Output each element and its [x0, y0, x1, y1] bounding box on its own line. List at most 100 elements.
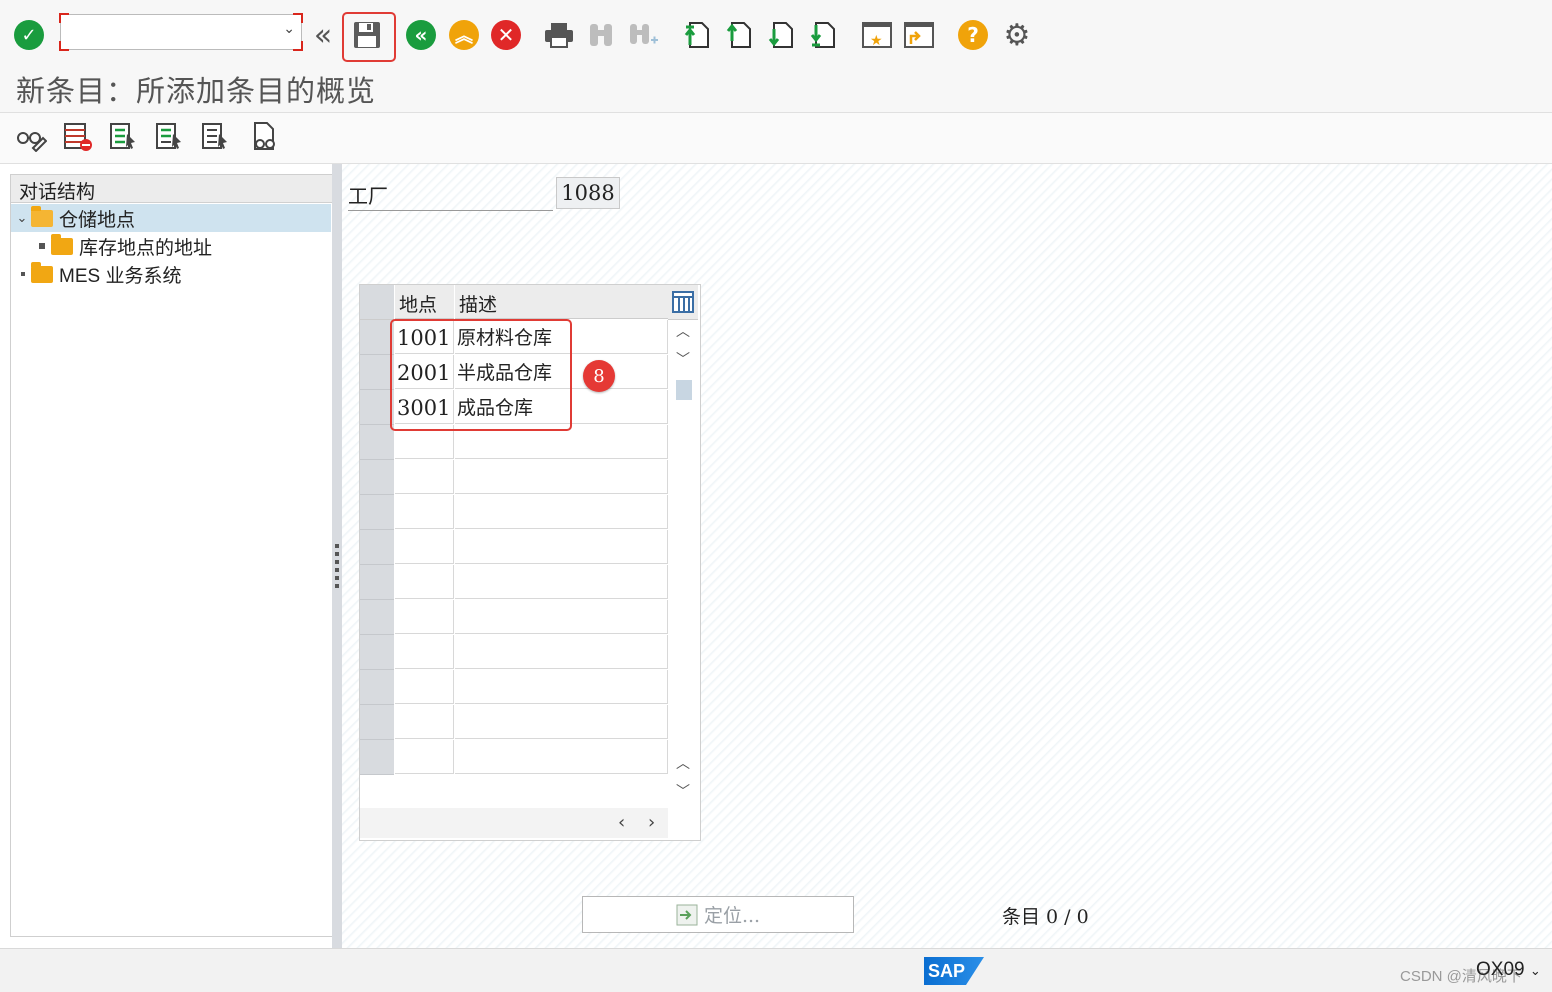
plant-value: 1088 [556, 177, 620, 209]
location-cell[interactable] [395, 495, 454, 529]
display-change-button[interactable] [14, 119, 48, 153]
bullet-icon [21, 272, 25, 276]
last-page-button[interactable] [806, 18, 840, 52]
scroll-up-icon[interactable]: ︿ [668, 320, 698, 344]
scroll-down-page-icon[interactable]: ﹀ [668, 348, 698, 372]
description-cell[interactable] [455, 565, 668, 599]
enter-button[interactable]: ✓ [12, 18, 46, 52]
scroll-left-icon[interactable]: ‹ [618, 812, 625, 833]
row-selector[interactable] [360, 425, 394, 460]
location-cell[interactable] [395, 670, 454, 704]
command-field[interactable]: ⌄ [59, 13, 303, 51]
tree-item-label: 库存地点的地址 [79, 236, 213, 259]
find-next-button[interactable] [626, 18, 660, 52]
exit-button[interactable]: ︽ [447, 18, 481, 52]
description-cell[interactable] [455, 740, 668, 774]
vertical-scrollbar[interactable]: ︿ ﹀ ︿ ﹀ [668, 320, 698, 808]
scroll-up-page-icon[interactable]: ︿ [668, 752, 698, 776]
cancel-button[interactable]: ✕ [489, 18, 523, 52]
deselect-all-button[interactable] [198, 119, 232, 153]
help-button[interactable]: ? [956, 18, 990, 52]
previous-page-button[interactable] [722, 18, 756, 52]
scroll-thumb[interactable] [676, 380, 692, 400]
select-block-button[interactable] [152, 119, 186, 153]
chevron-down-icon[interactable]: ⌄ [1530, 963, 1541, 978]
chevron-down-icon[interactable]: ⌄ [283, 21, 295, 37]
row-selector[interactable] [360, 530, 394, 565]
delete-button[interactable] [60, 119, 94, 153]
back-button[interactable]: « [404, 18, 438, 52]
description-cell[interactable] [455, 460, 668, 494]
description-cell[interactable] [455, 670, 668, 704]
focus-corner [293, 41, 303, 51]
binoculars-icon [590, 24, 612, 46]
title-bar: 新条目：所添加条目的概览 [0, 62, 1552, 113]
svg-text:★: ★ [870, 33, 883, 49]
column-header-description[interactable]: 描述 [455, 285, 668, 319]
collapse-command-icon[interactable]: « [306, 18, 340, 53]
location-cell[interactable] [395, 740, 454, 774]
row-selector[interactable] [360, 320, 394, 355]
entry-count: 条目 0 / 0 [1002, 906, 1089, 928]
column-header-location[interactable]: 地点 [395, 285, 454, 319]
location-cell[interactable] [395, 600, 454, 634]
tree-item-storage-address[interactable]: 库存地点的地址 [11, 232, 331, 260]
window-shortcut-icon [904, 22, 934, 48]
step-marker-8: 8 [583, 360, 615, 392]
row-selector[interactable] [360, 705, 394, 740]
settings-icon[interactable]: ⚙ [1000, 18, 1034, 53]
transaction-code[interactable]: OX09 ⌄ [1476, 959, 1541, 981]
deselect-all-icon [202, 123, 227, 149]
focus-corner [59, 41, 69, 51]
find-button[interactable] [584, 18, 618, 52]
row-selector-header[interactable] [360, 285, 394, 320]
horizontal-scrollbar[interactable]: ‹ › [360, 808, 668, 838]
row-selector[interactable] [360, 600, 394, 635]
row-selector[interactable] [360, 355, 394, 390]
tcode-label: OX09 [1476, 959, 1525, 980]
dialog-structure-tree: 对话结构 ⌄ 仓储地点 库存地点的地址 MES 业务系统 [10, 174, 333, 937]
system-toolbar: ✓ ⌄ « 9 « ︽ ✕ [0, 0, 1552, 101]
location-cell[interactable] [395, 530, 454, 564]
table-settings-button[interactable] [668, 285, 698, 320]
description-cell[interactable] [455, 705, 668, 739]
row-selector[interactable] [360, 495, 394, 530]
tree-header: 对话结构 [11, 175, 332, 203]
row-selector[interactable] [360, 565, 394, 600]
locate-button[interactable]: 定位... [582, 896, 854, 933]
location-cell[interactable] [395, 460, 454, 494]
row-selector[interactable] [360, 740, 394, 775]
chevron-down-icon[interactable]: ⌄ [13, 211, 31, 226]
description-cell[interactable] [455, 530, 668, 564]
description-cell[interactable] [455, 495, 668, 529]
compare-button[interactable] [248, 119, 282, 153]
location-cell[interactable] [395, 565, 454, 599]
description-cell[interactable] [455, 635, 668, 669]
row-selector[interactable] [360, 670, 394, 705]
back-icon: « [406, 20, 436, 50]
new-session-button[interactable]: ★ [860, 18, 894, 52]
tree-item-storage-locations[interactable]: ⌄ 仓储地点 [11, 204, 331, 232]
scroll-down-icon[interactable]: ﹀ [668, 780, 698, 804]
print-button[interactable] [542, 18, 576, 52]
row-selector[interactable] [360, 635, 394, 670]
first-page-icon [684, 22, 709, 48]
focus-corner [293, 13, 303, 23]
status-bar: SAP CSDN @清风晚下 OX09 ⌄ [0, 948, 1552, 992]
select-all-button[interactable] [106, 119, 140, 153]
panel-splitter[interactable] [332, 164, 342, 948]
description-cell[interactable] [455, 600, 668, 634]
dialog-structure-panel: 对话结构 ⌄ 仓储地点 库存地点的地址 MES 业务系统 [0, 164, 342, 948]
location-cell[interactable] [395, 705, 454, 739]
tree-item-mes-system[interactable]: MES 业务系统 [11, 260, 331, 288]
scroll-right-icon[interactable]: › [648, 812, 655, 833]
command-input[interactable] [67, 17, 271, 49]
splitter-grip-icon[interactable] [335, 544, 339, 590]
shortcut-button[interactable] [902, 18, 936, 52]
row-selector[interactable] [360, 460, 394, 495]
row-selector[interactable] [360, 390, 394, 425]
window-star-icon: ★ [862, 22, 892, 49]
location-cell[interactable] [395, 635, 454, 669]
next-page-button[interactable] [764, 18, 798, 52]
first-page-button[interactable] [680, 18, 714, 52]
